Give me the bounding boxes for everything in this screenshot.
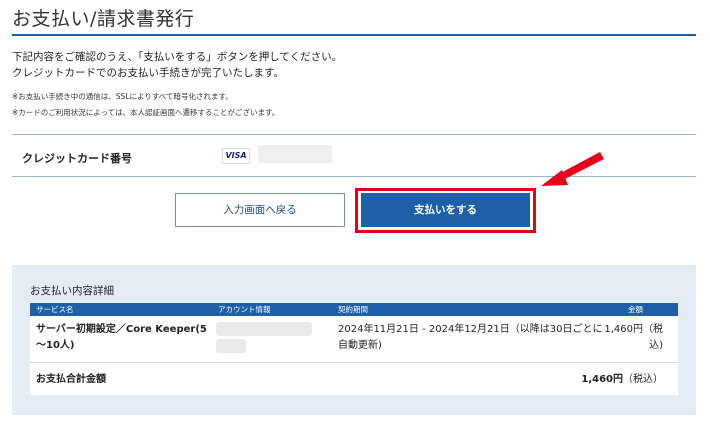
amount-line-1: 1,460円（税 bbox=[604, 324, 663, 335]
account-info-masked-2 bbox=[216, 339, 246, 353]
table-row-divider bbox=[30, 362, 678, 363]
header-amount: 金額 bbox=[628, 305, 643, 314]
service-name-line-2: ～10人) bbox=[36, 340, 75, 351]
amount-line-2: 込) bbox=[649, 340, 663, 351]
contract-period-line-1: 2024年11月21日 - 2024年12月21日（以降は30日ごとに bbox=[338, 324, 603, 335]
total-amount-value: 1,460円 bbox=[581, 374, 623, 385]
payment-details-title: お支払い内容詳細 bbox=[30, 285, 114, 297]
total-amount-label: お支払合計金額 bbox=[36, 374, 106, 385]
service-name-line-1: サーバー初期設定／Core Keeper(5 bbox=[36, 324, 207, 335]
header-account-info: アカウント情報 bbox=[218, 305, 271, 314]
total-amount-row: 1,460円（税込） bbox=[581, 372, 663, 387]
contract-period-line-2: 自動更新) bbox=[338, 340, 382, 351]
header-service-name: サービス名 bbox=[36, 305, 74, 314]
header-contract-period: 契約期間 bbox=[338, 305, 368, 314]
total-tax-note: （税込） bbox=[623, 374, 663, 385]
account-info-masked bbox=[216, 322, 312, 336]
